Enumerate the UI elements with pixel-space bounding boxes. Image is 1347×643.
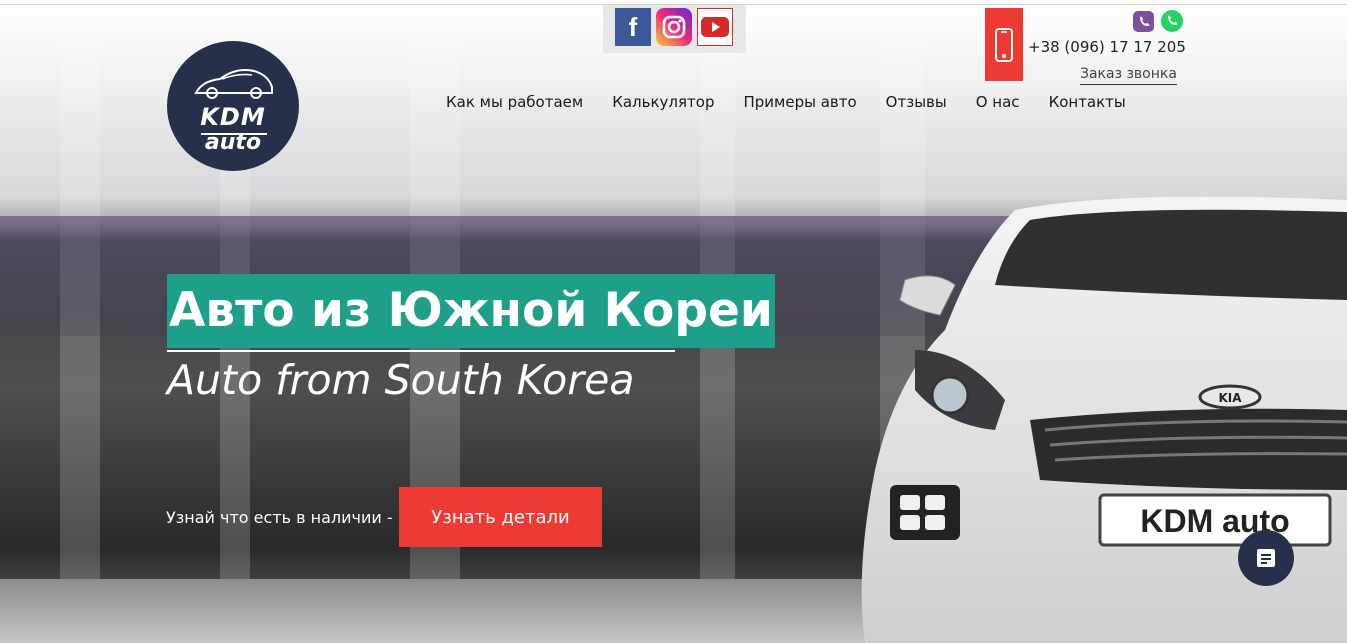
hero-title: Авто из Южной Кореи [167,274,775,348]
whatsapp-icon[interactable] [1161,10,1183,32]
facebook-icon[interactable]: f [615,8,651,46]
availability-text: Узнай что есть в наличии - [166,508,393,527]
logo-text-kdm: KDM [200,103,266,131]
nav-item-contacts[interactable]: Контакты [1049,93,1126,111]
car-badge: KIA [1218,391,1242,405]
hero-subtitle: Auto from South Korea [167,356,635,404]
chat-icon[interactable] [1238,530,1294,586]
nav-item-how-we-work[interactable]: Как мы работаем [446,93,583,111]
instagram-icon[interactable] [656,8,692,46]
logo-car-icon [194,69,273,99]
viber-icon[interactable] [1133,11,1154,32]
logo-text-auto: auto [204,130,262,155]
callback-link[interactable]: Заказ звонка [1080,66,1177,85]
learn-details-button[interactable]: Узнать детали [399,487,602,547]
title-underline [167,350,675,352]
phone-number[interactable]: +38 (096) 17 17 205 [1028,38,1186,56]
nav-item-about[interactable]: О нас [976,93,1020,111]
logo[interactable]: KDM auto [167,41,299,171]
nav-item-calculator[interactable]: Калькулятор [612,93,714,111]
nav-item-reviews[interactable]: Отзывы [886,93,947,111]
nav-item-car-examples[interactable]: Примеры авто [743,93,856,111]
youtube-icon[interactable] [697,8,733,46]
social-links: f [603,5,746,53]
main-nav: Как мы работаем Калькулятор Примеры авто… [446,93,1155,111]
phone-icon[interactable] [985,8,1023,81]
